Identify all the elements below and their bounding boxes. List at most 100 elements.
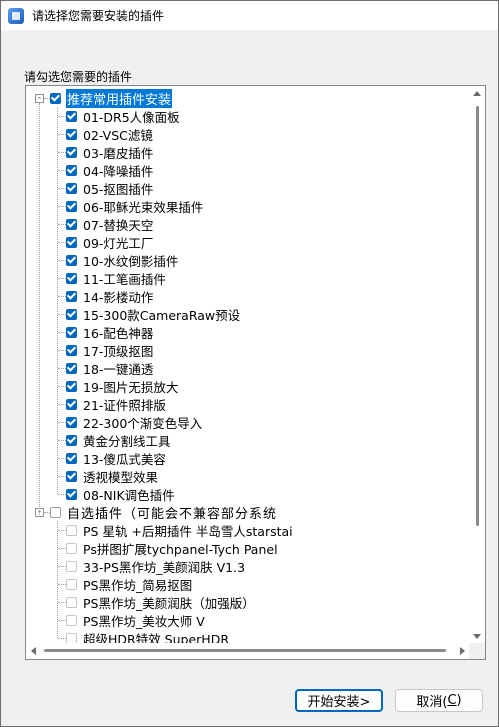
plugin-checkbox[interactable] [66, 128, 77, 140]
scroll-left-arrow-icon[interactable] [31, 647, 36, 655]
item-connector [58, 296, 66, 297]
plugin-checkbox [66, 614, 77, 626]
plugin-list-item[interactable]: 15-300款CameraRaw预设 [66, 305, 241, 323]
vertical-scrollbar[interactable] [469, 86, 485, 644]
plugin-tree[interactable]: - 推荐常用插件安装 01-DR5人像面板 02-VSC滤镜 03-磨皮插件 04-降噪插… [25, 85, 486, 660]
plugin-checkbox[interactable] [66, 470, 77, 482]
tree-rows: - 推荐常用插件安装 01-DR5人像面板 02-VSC滤镜 03-磨皮插件 04-降噪插… [26, 86, 470, 644]
plugin-checkbox[interactable] [66, 326, 77, 338]
plugin-list-item[interactable]: 21-证件照排版 [66, 395, 167, 413]
group1-checkbox[interactable] [50, 92, 61, 104]
item-connector [58, 584, 66, 585]
item-connector [58, 170, 66, 171]
app-icon [8, 7, 24, 24]
plugin-checkbox[interactable] [66, 164, 77, 176]
plugin-list-item[interactable]: 09-灯光工厂 [66, 233, 154, 251]
group2-branch-line [57, 521, 58, 638]
plugin-list-item[interactable]: 10-水纹倒影插件 [66, 251, 179, 269]
start-install-button[interactable]: 开始安装> [295, 689, 383, 712]
plugin-list-item[interactable]: 11-工笔画插件 [66, 269, 167, 287]
plugin-label: 超级HDR特效 SuperHDR [83, 631, 230, 645]
plugin-list-item[interactable]: PS黑作坊_美颜润肤（加强版） [66, 593, 256, 611]
plugin-checkbox[interactable] [66, 254, 77, 266]
item-connector [58, 350, 66, 351]
plugin-label: 18-一键通透 [83, 361, 154, 377]
plugin-checkbox[interactable] [66, 398, 77, 410]
plugin-checkbox [66, 524, 77, 536]
plugin-checkbox[interactable] [66, 200, 77, 212]
plugin-checkbox[interactable] [66, 218, 77, 230]
plugin-list-item[interactable]: 14-影楼动作 [66, 287, 154, 305]
plugin-list-item[interactable]: 04-降噪插件 [66, 161, 154, 179]
plugin-list-item[interactable]: 03-磨皮插件 [66, 143, 154, 161]
plugin-checkbox[interactable] [66, 452, 77, 464]
plugin-list-item[interactable]: 13-傻瓜式美容 [66, 449, 167, 467]
group2-checkbox[interactable] [50, 506, 61, 518]
plugin-list-item[interactable]: 17-顶级抠图 [66, 341, 154, 359]
plugin-checkbox[interactable] [66, 290, 77, 302]
plugin-list-item[interactable]: 18-一键通透 [66, 359, 154, 377]
plugin-checkbox[interactable] [66, 146, 77, 158]
item-connector [58, 620, 66, 621]
plugin-list-item[interactable]: PS 星轨 +后期插件 半岛雪人starstai [66, 521, 294, 539]
plugin-label: 14-影楼动作 [83, 289, 154, 305]
plugin-label: 11-工笔画插件 [83, 271, 166, 287]
item-connector [58, 566, 66, 567]
plugin-checkbox[interactable] [66, 362, 77, 374]
item-connector [58, 530, 66, 531]
item-connector [58, 332, 66, 333]
cancel-button[interactable]: 取消(C) [395, 689, 483, 712]
window-title: 请选择您需要安装的插件 [32, 9, 165, 23]
plugin-checkbox[interactable] [66, 110, 77, 122]
scroll-right-arrow-icon[interactable] [460, 647, 465, 655]
plugin-list-item[interactable]: PS黑作坊_简易抠图 [66, 575, 193, 593]
cancel-accelerator-key: C [447, 693, 457, 708]
item-connector [58, 404, 66, 405]
plugin-list-item[interactable]: 02-VSC滤镜 [66, 125, 154, 143]
plugin-checkbox[interactable] [66, 344, 77, 356]
item-connector [58, 422, 66, 423]
item-connector [58, 476, 66, 477]
plugin-label: 33-PS黑作坊_美颜润肤 V1.3 [83, 559, 246, 575]
plugin-list-item[interactable]: PS黑作坊_美妆大师 V [66, 611, 206, 629]
plugin-list-item[interactable]: 07-替换天空 [66, 215, 154, 233]
plugin-label: 透视模型效果 [83, 469, 159, 485]
group2-node[interactable]: 自选插件（可能会不兼容部分系统 [50, 503, 278, 522]
plugin-checkbox[interactable] [66, 488, 77, 500]
plugin-checkbox[interactable] [66, 416, 77, 428]
plugin-checkbox[interactable] [66, 272, 77, 284]
group1-collapse-icon[interactable]: - [35, 94, 44, 103]
scroll-down-arrow-icon[interactable] [473, 634, 481, 639]
plugin-list-item[interactable]: 05-抠图插件 [66, 179, 154, 197]
plugin-list-item[interactable]: 黄金分割线工具 [66, 431, 172, 449]
plugin-checkbox[interactable] [66, 236, 77, 248]
plugin-checkbox[interactable] [66, 434, 77, 446]
group1-node[interactable]: 推荐常用插件安装 [50, 88, 173, 108]
plugin-label: 10-水纹倒影插件 [83, 253, 179, 269]
plugin-list-item[interactable]: 透视模型效果 [66, 467, 159, 485]
plugin-label: 02-VSC滤镜 [83, 127, 153, 143]
plugin-checkbox[interactable] [66, 308, 77, 320]
scroll-up-arrow-icon[interactable] [473, 91, 481, 96]
plugin-label: 16-配色神器 [83, 325, 154, 341]
vertical-scroll-thumb[interactable] [476, 106, 479, 526]
plugin-list-item[interactable]: 33-PS黑作坊_美颜润肤 V1.3 [66, 557, 246, 575]
plugin-list-item[interactable]: 01-DR5人像面板 [66, 107, 181, 125]
plugin-list-item[interactable]: 22-300个渐变色导入 [66, 413, 203, 431]
plugin-checkbox[interactable] [66, 182, 77, 194]
horizontal-scroll-thumb[interactable] [44, 649, 446, 652]
plugin-list-item[interactable]: 19-图片无损放大 [66, 377, 179, 395]
item-connector [58, 458, 66, 459]
plugin-checkbox[interactable] [66, 380, 77, 392]
plugin-list-item[interactable]: 06-耶稣光束效果插件 [66, 197, 204, 215]
plugin-label: 17-顶级抠图 [83, 343, 154, 359]
plugin-label: 09-灯光工厂 [83, 235, 154, 251]
plugin-list-item[interactable]: 08-NIK调色插件 [66, 485, 176, 503]
plugin-label: 01-DR5人像面板 [83, 109, 180, 125]
item-connector [58, 116, 66, 117]
plugin-list-item[interactable]: Ps拼图扩展tychpanel-Tych Panel [66, 539, 279, 557]
plugin-list-item[interactable]: 超级HDR特效 SuperHDR [66, 629, 230, 644]
plugin-list-item[interactable]: 16-配色神器 [66, 323, 154, 341]
horizontal-scrollbar[interactable] [26, 643, 470, 659]
plugin-label: PS黑作坊_简易抠图 [83, 577, 193, 593]
